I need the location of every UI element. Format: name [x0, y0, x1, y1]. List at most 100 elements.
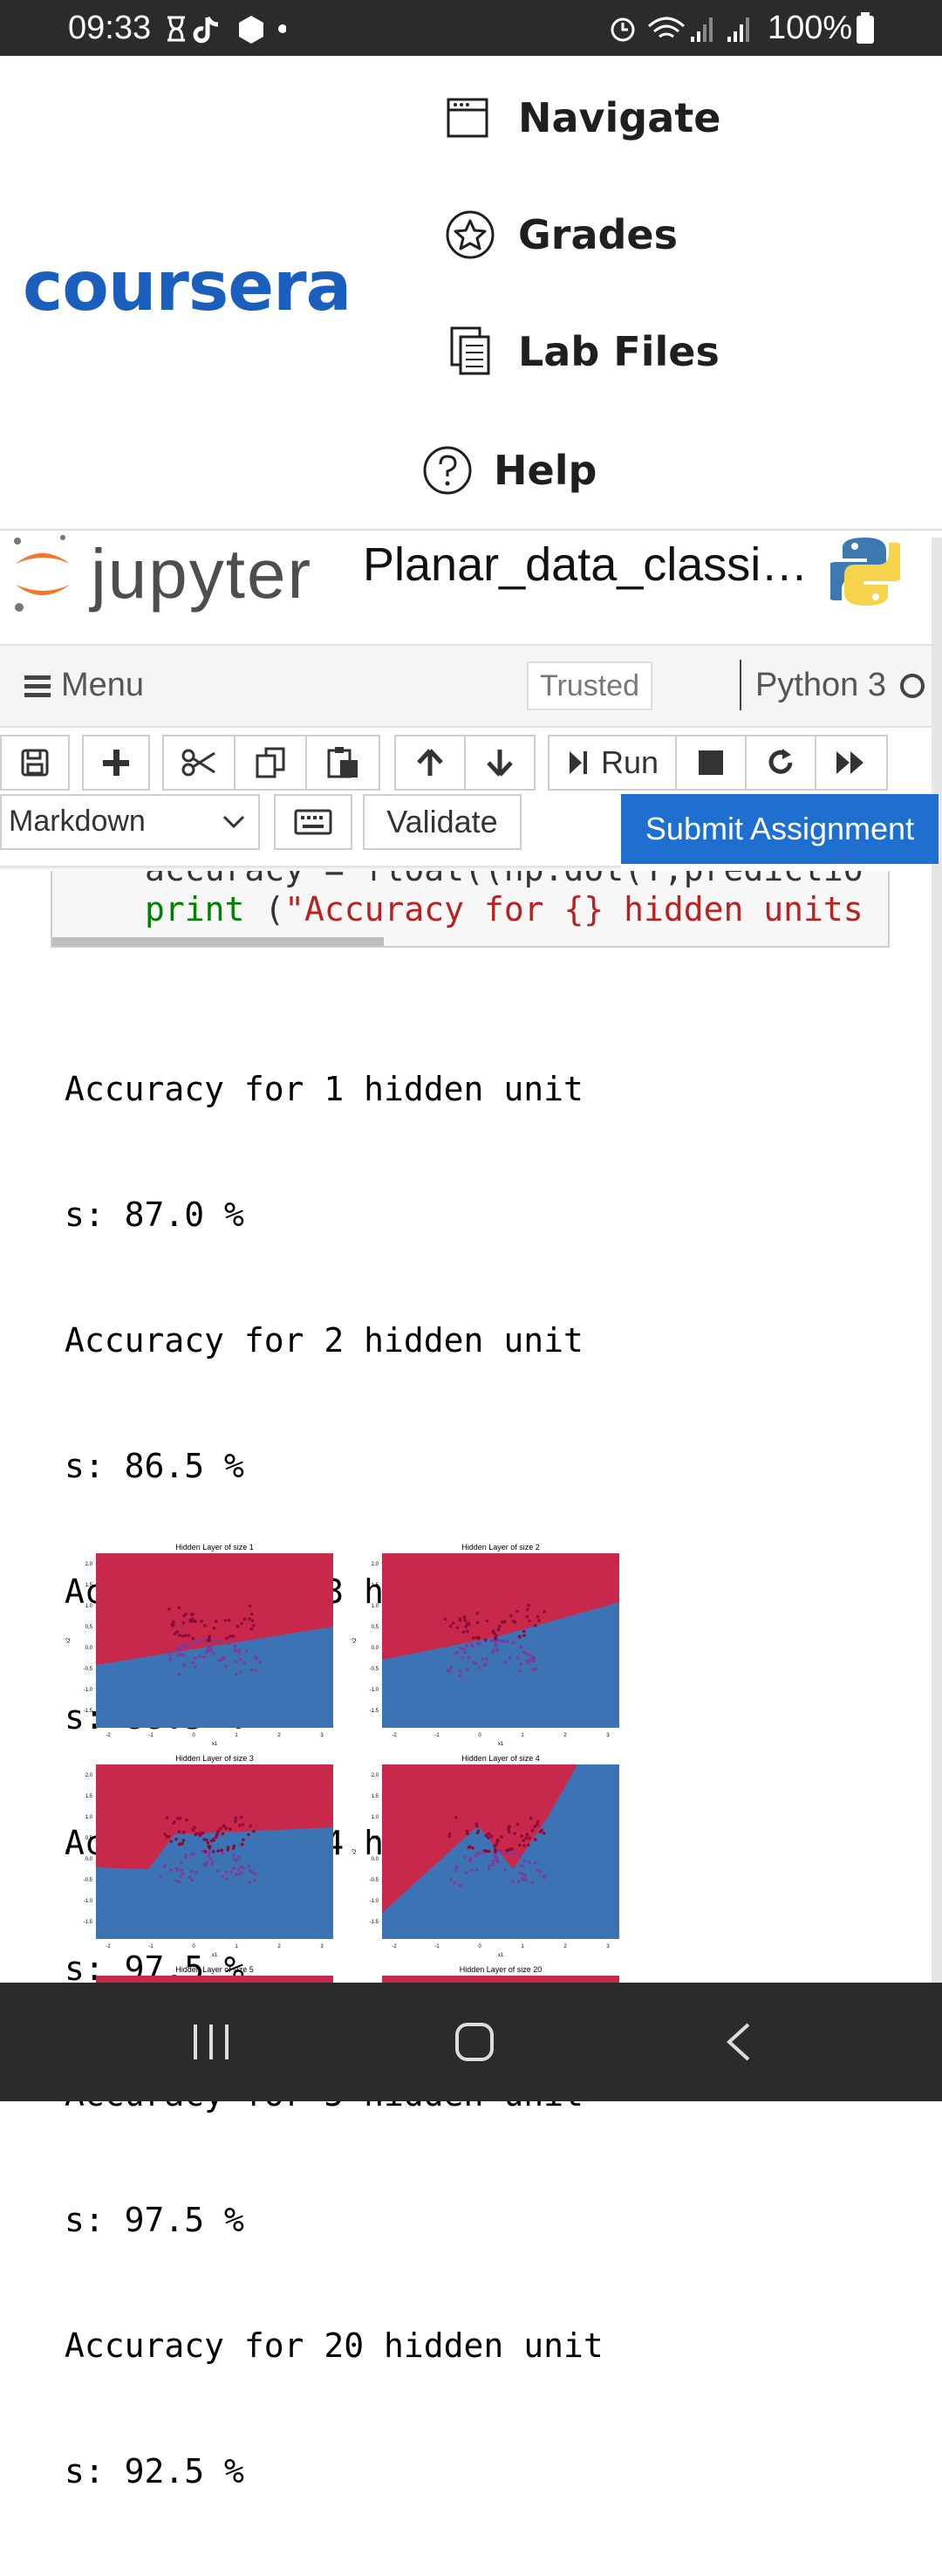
jupyter-logo-icon[interactable]: [10, 534, 77, 614]
nav-item-help[interactable]: Help: [420, 442, 787, 511]
scatter-point: [195, 1870, 198, 1874]
scatter-point: [502, 1640, 506, 1643]
scatter-point: [234, 1819, 237, 1823]
keyboard-shortcuts-button[interactable]: [274, 794, 352, 850]
scatter-point: [509, 1613, 513, 1618]
scatter-point: [177, 1672, 181, 1676]
move-down-button[interactable]: [464, 735, 536, 791]
decision-boundary-plots: Hidden Layer of size 1 2.0 1.5 1.0 0.5 0.0 -0.…: [61, 1543, 628, 1988]
scatter-point: [203, 1624, 207, 1627]
scissors-icon: [181, 749, 215, 777]
scatter-point: [517, 1880, 521, 1884]
browser-window-icon: [447, 98, 488, 138]
scatter-point: [515, 1609, 519, 1613]
home-icon[interactable]: [454, 2021, 495, 2063]
trusted-indicator[interactable]: Trusted: [527, 661, 652, 710]
scatter-point: [237, 1855, 241, 1860]
coursera-logo[interactable]: coursera: [23, 248, 352, 326]
scatter-point: [518, 1669, 522, 1673]
scatter-point: [168, 1868, 173, 1872]
cell-type-select[interactable]: Markdown: [0, 794, 260, 850]
run-button[interactable]: Run: [548, 735, 677, 791]
paste-button[interactable]: [305, 735, 380, 791]
move-up-button[interactable]: [394, 735, 466, 791]
save-button[interactable]: [0, 735, 70, 791]
scatter-point: [538, 1830, 543, 1834]
scatter-point: [454, 1868, 458, 1873]
back-icon[interactable]: [722, 2021, 754, 2063]
x-tick-label: 2: [563, 1944, 567, 1949]
y-tick-label: 0.0: [85, 1857, 93, 1862]
scatter-point: [468, 1860, 472, 1863]
nav-item-grades[interactable]: Grades: [445, 206, 811, 276]
y-tick-label: -1.0: [370, 1899, 379, 1904]
scatter-point: [481, 1851, 485, 1854]
scatter-point: [496, 1627, 501, 1632]
scatter-point: [229, 1870, 234, 1874]
scatter-point: [200, 1832, 203, 1835]
scatter-point: [454, 1816, 458, 1819]
scatter-point: [224, 1826, 229, 1830]
scatter-point: [242, 1866, 245, 1870]
scatter-point: [535, 1867, 539, 1872]
scatter-point: [181, 1634, 185, 1638]
scatter-point: [220, 1848, 223, 1853]
submit-assignment-button[interactable]: Submit Assignment: [621, 794, 939, 864]
y-tick-label: 2.0: [85, 1773, 93, 1778]
y-tick-label: -1.0: [370, 1688, 379, 1693]
plot-title: Hidden Layer of size 20: [460, 1965, 543, 1974]
scatter-point: [236, 1650, 241, 1655]
page-scrollbar[interactable]: [932, 538, 942, 1983]
restart-button[interactable]: [745, 735, 816, 791]
scatter-point: [252, 1879, 256, 1882]
scatter-point: [235, 1873, 238, 1876]
output-line: s: 87.0 %: [65, 1196, 244, 1234]
run-all-button[interactable]: [815, 735, 888, 791]
scatter-point: [528, 1619, 531, 1623]
scatter-point: [537, 1619, 541, 1622]
x-tick-label: -2: [106, 1944, 111, 1949]
scatter-point: [184, 1855, 188, 1860]
y-tick-label: -1.0: [84, 1688, 93, 1693]
scatter-point: [505, 1849, 509, 1853]
scatter-point: [448, 1624, 453, 1628]
code-paren: (: [244, 890, 285, 928]
scatter-point: [194, 1656, 197, 1660]
copy-button[interactable]: [234, 735, 307, 791]
code-horizontal-scrollbar[interactable]: [52, 937, 384, 946]
nav-item-navigate[interactable]: Navigate: [445, 89, 811, 159]
cut-button[interactable]: [162, 735, 236, 791]
scatter-point: [224, 1664, 228, 1668]
scatter-point: [231, 1634, 236, 1638]
notebook-title[interactable]: Planar_data_classi…: [363, 538, 808, 592]
scatter-point: [528, 1836, 531, 1840]
y-tick-label: 1.0: [85, 1815, 93, 1820]
scatter-point: [220, 1658, 223, 1662]
scatter-point: [175, 1644, 180, 1648]
scatter-point: [477, 1666, 481, 1670]
scatter-point: [239, 1815, 243, 1819]
validate-button[interactable]: Validate: [363, 794, 522, 850]
scatter-point: [493, 1850, 497, 1853]
y-tick-label: -1.5: [84, 1920, 93, 1925]
scatter-point: [177, 1842, 181, 1846]
scatter-point: [239, 1670, 243, 1674]
y-tick-label: 2.0: [372, 1562, 379, 1567]
output-line: Accuracy for 20 hidden unit: [65, 2326, 604, 2365]
scatter-point: [526, 1843, 530, 1847]
interrupt-button[interactable]: [675, 735, 747, 791]
recent-apps-icon[interactable]: [192, 2023, 232, 2061]
scatter-point: [532, 1656, 536, 1660]
scatter-point: [528, 1654, 532, 1657]
x-axis-label: x1: [498, 1742, 504, 1747]
menu-button[interactable]: Menu: [24, 667, 356, 709]
scatter-point: [449, 1877, 454, 1881]
scatter-point: [465, 1644, 468, 1648]
insert-cell-button[interactable]: [82, 735, 150, 791]
code-cell[interactable]: accuracy = float((np.dot(Y,predictio pri…: [51, 871, 890, 948]
scatter-point: [538, 1869, 542, 1874]
scatter-point: [238, 1823, 242, 1827]
nav-label-help: Help: [494, 447, 597, 494]
scatter-point: [178, 1647, 181, 1651]
nav-item-lab-files[interactable]: Lab Files: [445, 323, 811, 393]
